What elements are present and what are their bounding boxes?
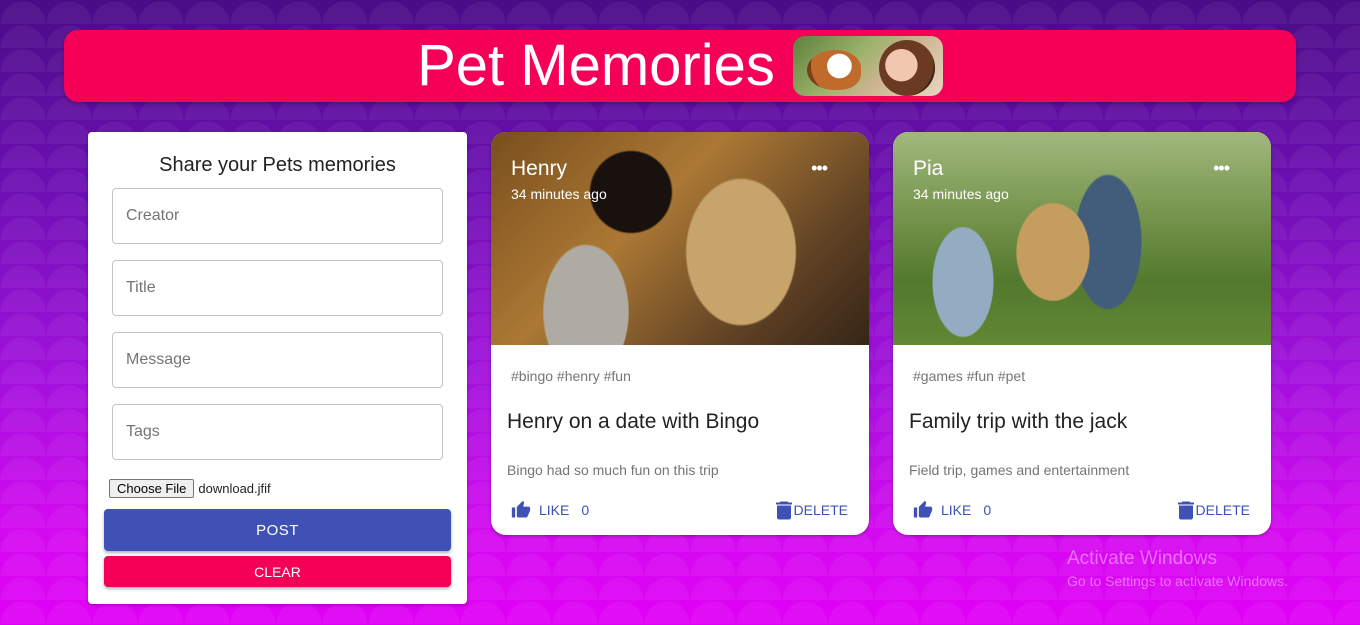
clear-button[interactable]: CLEAR	[104, 556, 451, 587]
post-button[interactable]: POST	[104, 509, 451, 551]
message-input[interactable]	[112, 332, 443, 388]
like-label: LIKE	[539, 502, 570, 518]
post-message: Bingo had so much fun on this trip	[507, 462, 719, 478]
post-time: 34 minutes ago	[913, 186, 1009, 202]
post-time: 34 minutes ago	[511, 186, 607, 202]
form-title: Share your Pets memories	[159, 154, 396, 176]
like-count: 0	[983, 502, 992, 518]
delete-label: DELETE	[793, 502, 848, 518]
person-figure	[878, 40, 935, 96]
like-count: 0	[581, 502, 590, 518]
like-button[interactable]: LIKE 0	[913, 500, 991, 520]
tags-input[interactable]	[112, 404, 443, 460]
post-title: Henry on a date with Bingo	[507, 410, 760, 433]
delete-button[interactable]: DELETE	[775, 500, 848, 520]
file-name: download.jfif	[198, 481, 271, 496]
watermark-title: Activate Windows	[1067, 548, 1217, 569]
file-picker: Choose File download.jfif	[109, 479, 271, 498]
trash-icon	[1177, 501, 1194, 520]
post-message: Field trip, games and entertainment	[909, 462, 1130, 478]
post-title: Family trip with the jack	[909, 410, 1128, 433]
post-tags: #bingo #henry #fun	[511, 368, 631, 384]
post-card: Pia 34 minutes ago ••• #games #fun #pet …	[893, 132, 1271, 535]
thumb-up-icon	[913, 500, 933, 518]
dog-figure	[806, 50, 861, 90]
more-horiz-icon[interactable]: •••	[1213, 158, 1230, 179]
post-card: Henry 34 minutes ago ••• #bingo #henry #…	[491, 132, 869, 535]
delete-label: DELETE	[1195, 502, 1250, 518]
post-creator: Henry	[511, 157, 568, 180]
post-tags: #games #fun #pet	[913, 368, 1026, 384]
app-title: Pet Memories	[417, 33, 775, 98]
thumb-up-icon	[511, 500, 531, 518]
logo-image	[792, 36, 943, 96]
more-horiz-icon[interactable]: •••	[811, 158, 828, 179]
app-header: Pet Memories	[64, 30, 1296, 102]
delete-button[interactable]: DELETE	[1177, 500, 1250, 520]
choose-file-button[interactable]: Choose File	[109, 479, 195, 498]
like-button[interactable]: LIKE 0	[511, 500, 589, 520]
trash-icon	[775, 501, 792, 520]
creator-input[interactable]	[112, 188, 443, 244]
like-label: LIKE	[941, 502, 972, 518]
post-creator: Pia	[913, 157, 944, 180]
watermark-subtitle: Go to Settings to activate Windows.	[1067, 573, 1288, 589]
activation-watermark: Activate Windows Go to Settings to activ…	[1067, 548, 1288, 589]
memory-form: Share your Pets memories Choose File dow…	[88, 132, 467, 604]
title-input[interactable]	[112, 260, 443, 316]
